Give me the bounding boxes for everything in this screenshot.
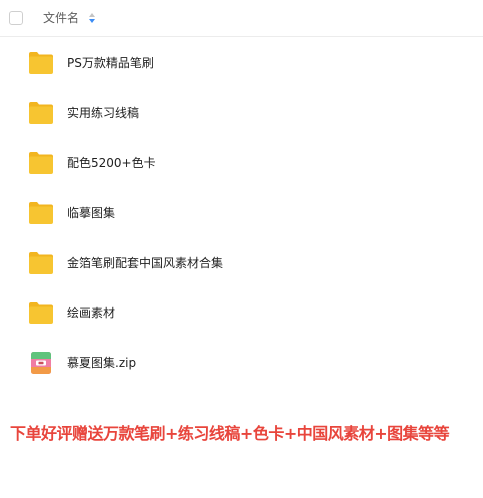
file-row[interactable]: 临摹图集 [0, 189, 483, 239]
select-all-checkbox[interactable] [9, 11, 23, 25]
folder-icon [29, 302, 53, 324]
folder-icon [29, 152, 53, 174]
folder-icon [29, 52, 53, 74]
folder-icon [29, 202, 53, 224]
folder-icon [29, 102, 53, 124]
zip-archive-icon [31, 352, 51, 374]
file-row[interactable]: 慕夏图集.zip [0, 339, 483, 389]
file-row[interactable]: PS万款精品笔刷 [0, 39, 483, 89]
file-name[interactable]: 配色5200+色卡 [67, 155, 156, 171]
file-row[interactable]: 实用练习线稿 [0, 89, 483, 139]
file-list-header: 文件名 [0, 0, 483, 37]
sort-icon[interactable] [88, 12, 96, 24]
file-row[interactable]: 金箔笔刷配套中国风素材合集 [0, 239, 483, 289]
file-name[interactable]: PS万款精品笔刷 [67, 55, 154, 71]
file-name[interactable]: 金箔笔刷配套中国风素材合集 [67, 255, 223, 271]
file-name[interactable]: 绘画素材 [67, 305, 115, 321]
file-name[interactable]: 实用练习线稿 [67, 105, 139, 121]
promo-banner-text: 下单好评赠送万款笔刷+练习线稿+色卡+中国风素材+图集等等 [10, 424, 450, 443]
file-row[interactable]: 绘画素材 [0, 289, 483, 339]
file-name[interactable]: 临摹图集 [67, 205, 115, 221]
file-row[interactable]: 配色5200+色卡 [0, 139, 483, 189]
folder-icon [29, 252, 53, 274]
filename-column-header[interactable]: 文件名 [43, 10, 79, 26]
file-name[interactable]: 慕夏图集.zip [67, 355, 136, 371]
